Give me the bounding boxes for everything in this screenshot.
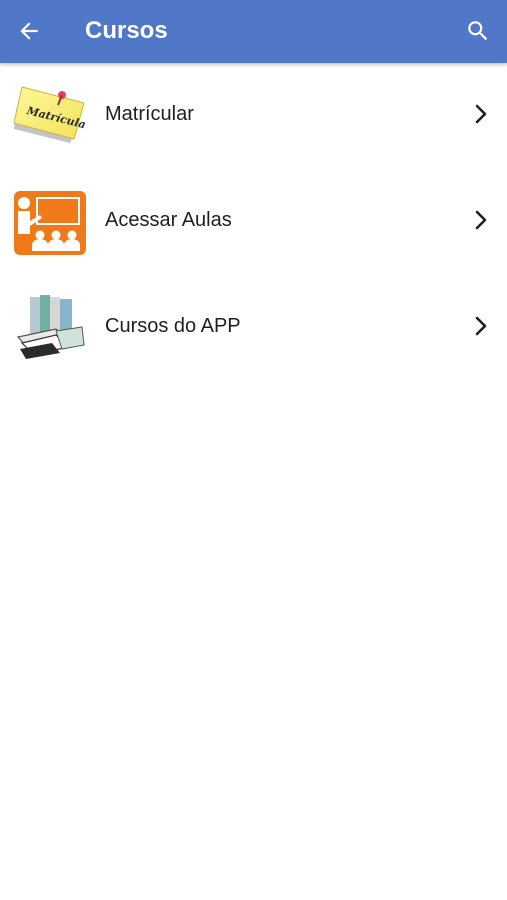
app-screen: Cursos Matrícula Matrícular Acessar Aula…: [0, 0, 507, 900]
menu-item-label: Matrícular: [105, 103, 194, 125]
back-button[interactable]: [12, 14, 46, 48]
search-button[interactable]: [461, 14, 495, 48]
chevron-right-icon: [475, 316, 487, 336]
chevron-right-icon: [475, 210, 487, 230]
books-binders-icon: [12, 293, 86, 361]
menu-item-label: Cursos do APP: [105, 315, 241, 337]
search-icon: [468, 21, 488, 41]
chevron-right-icon: [475, 104, 487, 124]
sticky-note-icon: Matrícula: [12, 81, 87, 149]
menu-item-matricular[interactable]: Matrícula Matrícular: [0, 63, 507, 169]
arrow-left-icon: [20, 22, 38, 40]
menu-item-cursos-do-app[interactable]: Cursos do APP: [0, 275, 507, 381]
menu-item-acessar-aulas[interactable]: Acessar Aulas: [0, 169, 507, 275]
app-bar: Cursos: [0, 0, 507, 63]
courses-menu-list: Matrícula Matrícular Acessar Aulas Curso…: [0, 63, 507, 381]
menu-item-label: Acessar Aulas: [105, 209, 232, 231]
page-title: Cursos: [85, 17, 168, 44]
classroom-presentation-icon: [12, 187, 86, 255]
